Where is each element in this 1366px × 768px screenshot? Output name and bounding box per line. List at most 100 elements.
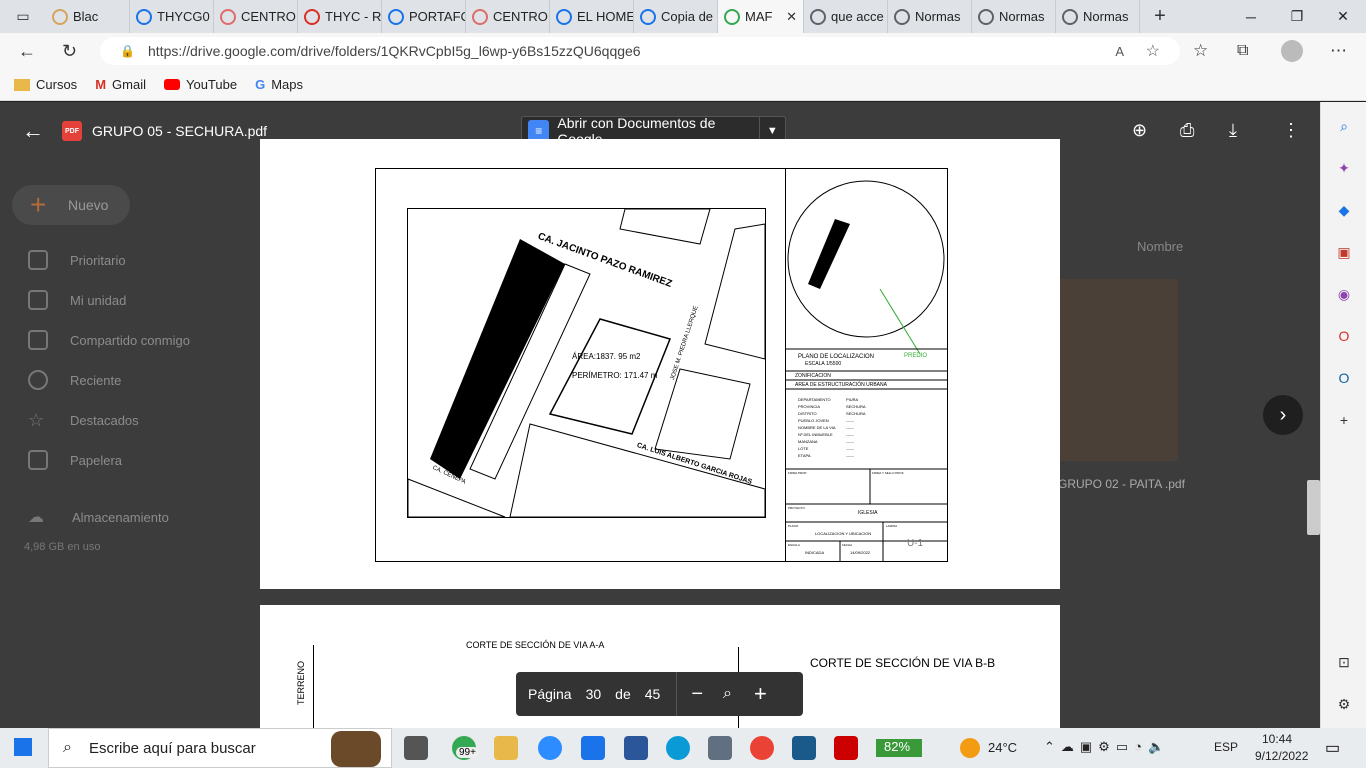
refresh-icon[interactable]: ↻ — [62, 41, 77, 62]
tab-label: CENTRO — [241, 9, 296, 24]
file-name-right[interactable]: GRUPO 02 - PAITA .pdf — [1058, 477, 1185, 491]
chevron-down-icon[interactable]: ▼ — [760, 125, 785, 137]
bookmark-youtube[interactable]: YouTube — [163, 77, 237, 92]
games-icon[interactable]: ◉ — [1334, 284, 1354, 304]
bookmark-gmail[interactable]: M Gmail — [95, 77, 146, 92]
nav-almacenamiento[interactable]: ☁ Almacenamiento — [28, 507, 169, 527]
info-key: LOTE — [798, 446, 809, 451]
zoom-icon[interactable]: ⌕ — [723, 685, 732, 703]
search-icon[interactable]: ⌕ — [1334, 116, 1354, 136]
app-icon[interactable] — [708, 736, 732, 760]
new-button[interactable]: + Nuevo — [12, 185, 130, 225]
browser-tab[interactable]: Normas — [972, 0, 1056, 33]
url-field[interactable]: 🔒 https://drive.google.com/drive/folders… — [100, 37, 1180, 65]
windows-icon[interactable] — [14, 738, 32, 756]
scrollbar-thumb[interactable] — [1307, 480, 1320, 535]
browser-tab[interactable]: que acce — [804, 0, 888, 33]
profile-avatar[interactable] — [1281, 40, 1303, 62]
copilot-icon[interactable]: ✦ — [1334, 158, 1354, 178]
viewer-back-icon[interactable]: ← — [22, 118, 44, 144]
escala-value: INDICADA — [805, 550, 825, 555]
file-thumbnail[interactable] — [1060, 279, 1178, 461]
add-icon[interactable]: + — [1334, 410, 1354, 430]
gmail-icon: M — [95, 77, 107, 92]
browser-tab[interactable]: EL HOME — [550, 0, 634, 33]
back-icon[interactable]: ← — [18, 41, 36, 62]
sketchup-icon[interactable] — [792, 736, 816, 760]
zoom-out-icon[interactable]: − — [691, 683, 703, 706]
more-icon[interactable]: ⋯ — [1330, 41, 1347, 61]
pdf-icon: PDF — [62, 121, 82, 141]
nav-destacados[interactable]: ☆ Destacados — [28, 410, 139, 431]
tab-favicon-icon — [640, 8, 656, 25]
close-tab-icon[interactable]: ✕ — [786, 9, 797, 25]
tools-icon[interactable]: ▣ — [1334, 242, 1354, 262]
download-icon[interactable]: ⤓ — [1229, 120, 1237, 141]
edge-icon[interactable] — [666, 736, 690, 760]
new-tab-button[interactable]: + — [1140, 5, 1180, 28]
info-value: SECHURA — [846, 404, 866, 409]
more-vert-icon[interactable]: ⋮ — [1282, 120, 1300, 141]
browser-tab[interactable]: THYCG0 — [130, 0, 214, 33]
language[interactable]: ESP — [1214, 740, 1238, 754]
battery-indicator[interactable]: 82% — [876, 739, 922, 757]
split-screen-icon[interactable]: ⊡ — [1334, 652, 1354, 672]
browser-tab[interactable]: Normas — [1056, 0, 1140, 33]
browser-tab[interactable]: PORTAFC — [382, 0, 466, 33]
notifications-icon[interactable]: ▭ — [1325, 738, 1340, 758]
info-value: SECHURA — [846, 411, 866, 416]
settings-icon[interactable]: ⚙ — [1334, 694, 1354, 714]
add-to-drive-icon[interactable]: ⊕ — [1132, 120, 1147, 141]
browser-tab[interactable]: Blac — [46, 0, 130, 33]
browser-tab[interactable]: THYC - R — [298, 0, 382, 33]
browser-tab[interactable]: CENTRO — [214, 0, 298, 33]
temperature[interactable]: 24°C — [988, 740, 1017, 755]
close-window-button[interactable]: ✕ — [1320, 0, 1366, 33]
tab-actions-icon[interactable]: ▭ — [0, 8, 46, 25]
nav-mi-unidad[interactable]: Mi unidad — [28, 290, 126, 310]
browser-tab[interactable]: CENTRO — [466, 0, 550, 33]
next-file-button[interactable]: › — [1263, 395, 1303, 435]
outlook-icon[interactable]: O — [1334, 368, 1354, 388]
tab-label: Normas — [1083, 9, 1129, 24]
print-icon[interactable]: ⎙ — [1180, 120, 1194, 141]
cloud-icon: ☁ — [28, 509, 44, 526]
l-app-icon[interactable] — [581, 736, 605, 760]
zoom-icon[interactable] — [538, 736, 562, 760]
predio-leader — [879, 288, 921, 355]
read-aloud-icon[interactable]: A — [1115, 44, 1124, 59]
collections-icon[interactable]: ⧉ — [1237, 42, 1248, 60]
tray-icons[interactable]: ⌃☁▣⚙▭◔🔈 — [1044, 739, 1170, 755]
bookmark-maps[interactable]: G Maps — [255, 77, 303, 92]
maximize-button[interactable]: ❐ — [1274, 0, 1320, 33]
current-page[interactable]: 30 — [586, 686, 602, 702]
sort-label[interactable]: Nombre — [1137, 239, 1183, 254]
plus-icon: + — [30, 189, 47, 220]
office-icon[interactable]: O — [1334, 326, 1354, 346]
clock-date[interactable]: 9/12/2022 — [1255, 749, 1308, 763]
info-row: PROVINCIA SECHURA — [798, 404, 866, 409]
shopping-icon[interactable]: ◆ — [1334, 200, 1354, 220]
minimize-button[interactable]: ─ — [1228, 0, 1274, 33]
nav-papelera[interactable]: Papelera — [28, 450, 122, 470]
taskbar-search[interactable]: ⌕ Escribe aquí para buscar — [48, 728, 392, 768]
chrome-icon[interactable] — [750, 736, 774, 760]
favorite-icon[interactable]: ☆ — [1146, 41, 1160, 61]
bookmark-cursos[interactable]: Cursos — [14, 77, 77, 92]
autocad-icon[interactable] — [834, 736, 858, 760]
nav-prioritario[interactable]: Prioritario — [28, 250, 126, 270]
zoom-in-icon[interactable]: + — [754, 681, 767, 707]
proyecto-label: PROYECTO — [788, 506, 805, 510]
task-view-icon[interactable] — [404, 736, 428, 760]
favorites-icon[interactable]: ☆ — [1193, 41, 1208, 61]
clock-icon — [28, 370, 48, 390]
nav-reciente[interactable]: Reciente — [28, 370, 121, 390]
browser-tab[interactable]: Copia de — [634, 0, 718, 33]
lamina-label: LAMINA — [886, 524, 898, 528]
browser-tab[interactable]: MAF ✕ — [718, 0, 804, 33]
file-explorer-icon[interactable] — [494, 736, 518, 760]
nav-compartido[interactable]: Compartido conmigo — [28, 330, 190, 350]
browser-tab[interactable]: Normas — [888, 0, 972, 33]
word-icon[interactable] — [624, 736, 648, 760]
clock-time[interactable]: 10:44 — [1262, 732, 1292, 746]
